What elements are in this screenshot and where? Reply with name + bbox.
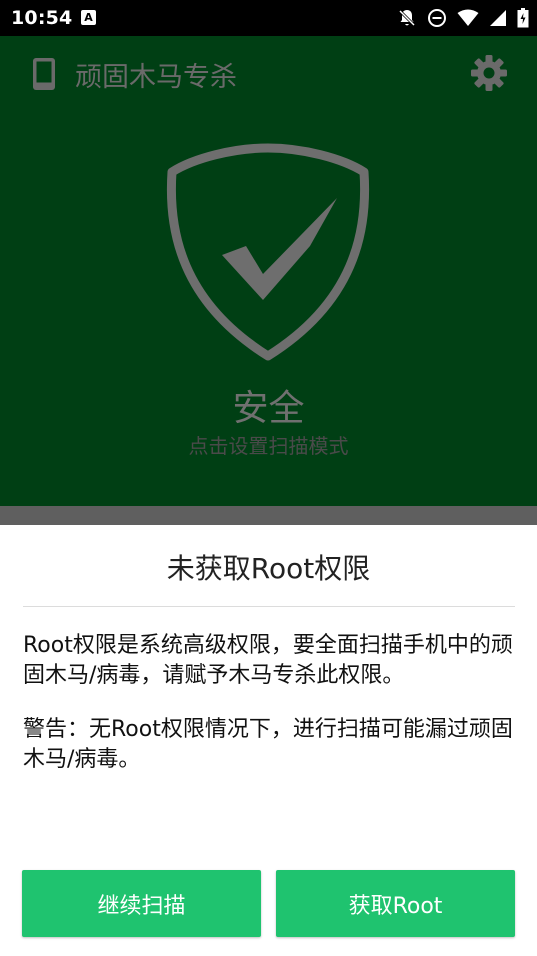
dialog-message: Root权限是系统高级权限，要全面扫描手机中的顽固木马/病毒，请赋予木马专杀此权… bbox=[23, 633, 513, 688]
do-not-disturb-icon bbox=[428, 9, 446, 27]
app-title: 顽固木马专杀 bbox=[75, 62, 237, 93]
signal-icon bbox=[490, 10, 506, 26]
dialog-warning: 警告：无Root权限情况下，进行扫描可能漏过顽固木马/病毒。 bbox=[23, 717, 513, 772]
dialog-scrim bbox=[0, 506, 537, 525]
app-notification-icon: A bbox=[81, 10, 96, 25]
shield-check-icon[interactable] bbox=[164, 142, 372, 362]
get-root-button[interactable]: 获取Root bbox=[276, 870, 515, 937]
security-status-text[interactable]: 安全 bbox=[0, 379, 537, 431]
wifi-icon bbox=[457, 9, 479, 26]
status-bar: 10:54 A bbox=[0, 0, 537, 36]
dialog-divider bbox=[23, 606, 515, 607]
status-icons bbox=[397, 7, 529, 29]
status-time: 10:54 bbox=[11, 7, 73, 29]
notifications-off-icon bbox=[398, 9, 416, 27]
app-main: 顽固木马专杀 安全 点击设置扫描模式 bbox=[0, 36, 537, 506]
settings-gear-icon[interactable] bbox=[469, 53, 509, 93]
dialog-title: 未获取Root权限 bbox=[166, 552, 371, 585]
battery-icon bbox=[517, 8, 529, 28]
screen: 10:54 A 顽固木马专杀 安全 点击设置扫描模式 未获取Root权限 Roo… bbox=[0, 0, 537, 956]
phone-icon bbox=[33, 58, 55, 90]
continue-scan-button[interactable]: 继续扫描 bbox=[22, 870, 261, 937]
root-permission-dialog: 未获取Root权限 Root权限是系统高级权限，要全面扫描手机中的顽固木马/病毒… bbox=[0, 525, 537, 956]
scan-mode-hint[interactable]: 点击设置扫描模式 bbox=[0, 430, 537, 459]
